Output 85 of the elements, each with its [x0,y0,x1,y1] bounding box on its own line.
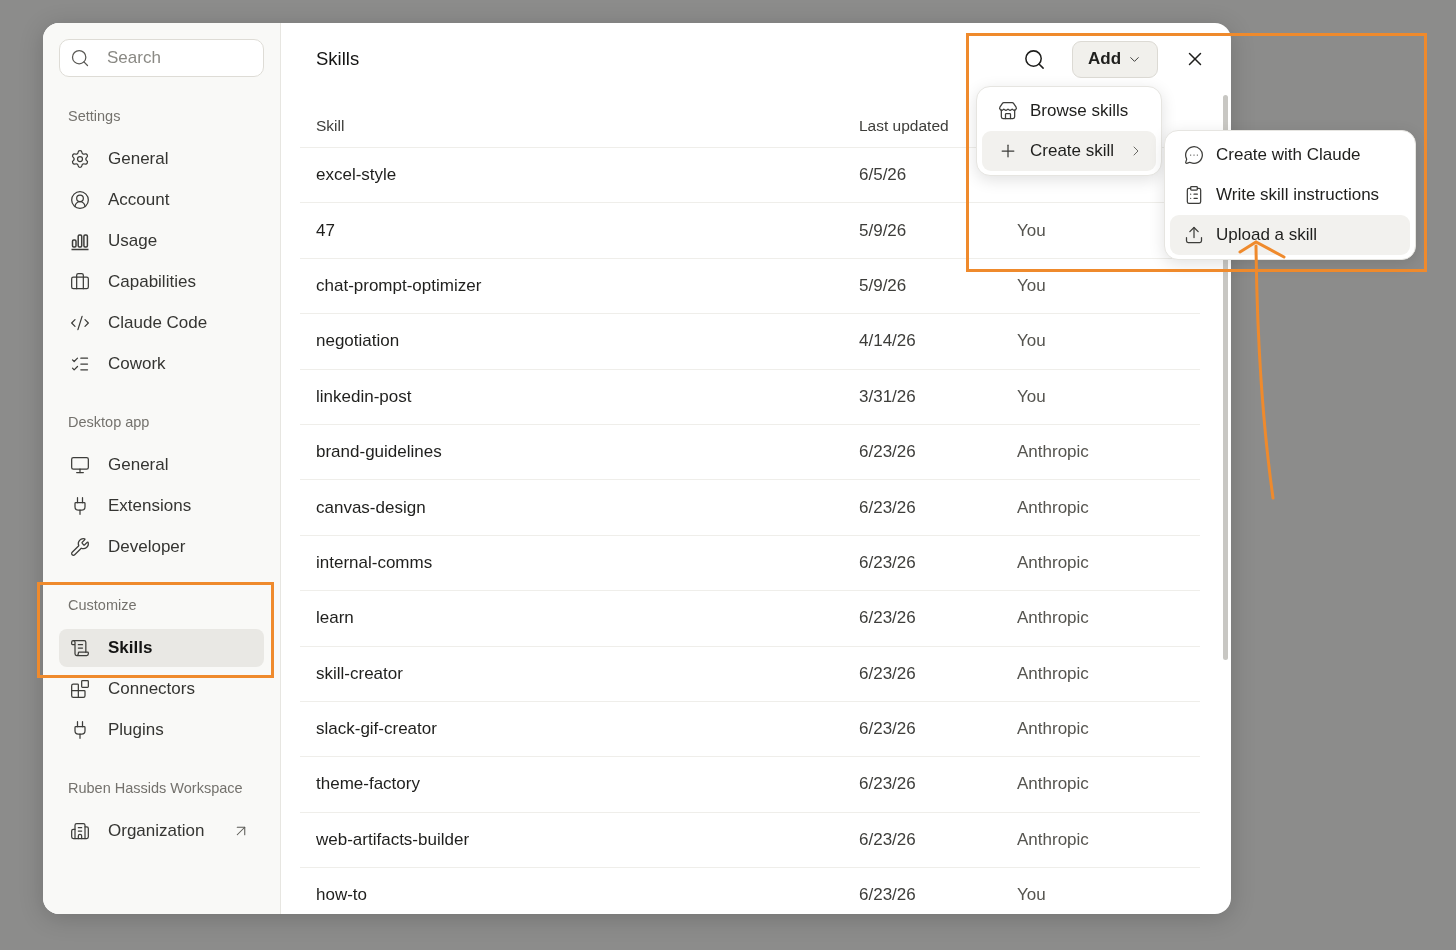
author-cell: You [1017,275,1046,296]
author-cell: Anthropic [1017,552,1089,573]
menu-item[interactable]: Create skill [982,131,1156,171]
author-cell: You [1017,220,1046,241]
sidebar-item[interactable]: Capabilities [59,263,264,301]
skill-name-cell: 47 [316,220,335,241]
author-cell: You [1017,331,1046,352]
skill-name-cell: learn [316,608,354,629]
briefcase-icon [70,272,90,292]
search-field[interactable]: Search [59,39,264,77]
author-cell: Anthropic [1017,663,1089,684]
sidebar-item[interactable]: Claude Code [59,304,264,342]
date-cell: 6/23/26 [859,829,916,850]
author-cell: Anthropic [1017,774,1089,795]
author-cell: You [1017,386,1046,407]
skill-name-cell: skill-creator [316,663,403,684]
date-cell: 6/23/26 [859,774,916,795]
date-cell: 4/14/26 [859,331,916,352]
sidebar-item[interactable]: Developer [59,528,264,566]
column-header: Skill [316,116,345,136]
sidebar-item[interactable]: Skills [59,629,264,667]
skill-name-cell: slack-gif-creator [316,719,437,740]
user-circle-icon [70,190,90,210]
skill-name-cell: web-artifacts-builder [316,829,470,850]
date-cell: 5/9/26 [859,220,907,241]
date-cell: 6/23/26 [859,663,916,684]
date-cell: 6/23/26 [859,608,916,629]
building-icon [70,821,90,841]
author-cell: Anthropic [1017,829,1089,850]
sidebar-item[interactable]: Connectors [59,670,264,708]
add-button[interactable]: Add [1072,40,1158,78]
section-label: Ruben Hassids Workspace [67,779,244,798]
section-label: Desktop app [67,413,151,432]
skill-name-cell: linkedin-post [316,386,412,407]
section-label: Settings [67,107,122,126]
search-icon [70,48,90,68]
sidebar-item[interactable]: Plugins [59,711,264,749]
sidebar-item[interactable]: Organization [59,812,264,850]
scroll-icon [70,638,90,658]
gear-icon [70,149,90,169]
sidebar-item[interactable]: Account [59,181,264,219]
date-cell: 6/23/26 [859,497,916,518]
search-icon [1023,47,1046,71]
store-icon [998,101,1018,121]
chat-bubble-icon [1184,145,1204,165]
menu-item[interactable]: Write skill instructions [1170,175,1410,215]
page-title: Skills [316,48,360,70]
date-cell: 6/5/26 [859,165,907,186]
author-cell: Anthropic [1017,719,1089,740]
search-button[interactable] [1023,47,1046,71]
menu-item[interactable]: Create with Claude [1170,135,1410,175]
date-cell: 3/31/26 [859,386,916,407]
author-cell: You [1017,885,1046,906]
sidebar-item[interactable]: Extensions [59,487,264,525]
monitor-icon [70,455,90,475]
upload-icon [1184,225,1204,245]
skill-name-cell: how-to [316,885,368,906]
wrench-icon [70,537,90,557]
code-icon [70,313,90,333]
skill-name-cell: chat-prompt-optimizer [316,275,482,296]
sidebar-item[interactable]: General [59,140,264,178]
skill-name-cell: brand-guidelines [316,442,442,463]
blocks-icon [70,679,90,699]
skill-name-cell: theme-factory [316,774,420,795]
bar-chart-icon [70,231,90,251]
author-cell: Anthropic [1017,497,1089,518]
sidebar-item[interactable]: Cowork [59,345,264,383]
skill-name-cell: canvas-design [316,497,426,518]
date-cell: 6/23/26 [859,885,916,906]
date-cell: 6/23/26 [859,552,916,573]
menu-item[interactable]: Browse skills [982,91,1156,131]
clipboard-icon [1184,185,1204,205]
author-cell: Anthropic [1017,608,1089,629]
column-header: Last updated [859,116,949,136]
author-cell: Anthropic [1017,442,1089,463]
skill-name-cell: internal-comms [316,552,433,573]
skill-name-cell: negotiation [316,331,400,352]
menu-item[interactable]: Upload a skill [1170,215,1410,255]
skill-name-cell: excel-style [316,165,397,186]
sidebar-item[interactable]: Usage [59,222,264,260]
date-cell: 5/9/26 [859,275,907,296]
sidebar-item[interactable]: General [59,446,264,484]
date-cell: 6/23/26 [859,719,916,740]
section-label: Customize [67,596,138,615]
date-cell: 6/23/26 [859,442,916,463]
